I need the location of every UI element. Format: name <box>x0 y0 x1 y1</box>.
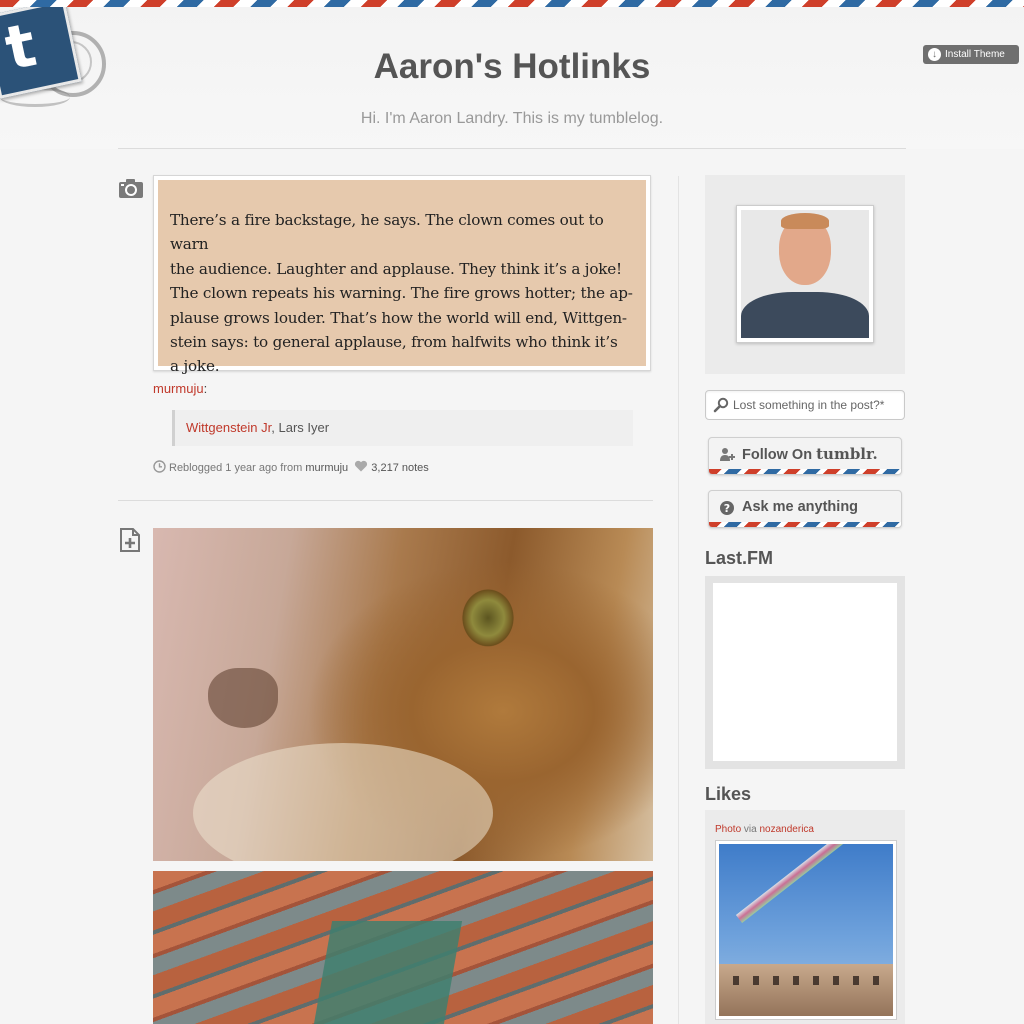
book-line: There’s a fire backstage, he says. The c… <box>170 211 604 254</box>
photo-shape <box>193 743 493 861</box>
photo-shape <box>813 976 819 985</box>
book-line: The clown repeats his warning. The fire … <box>170 284 633 303</box>
likes-panel: Photo via nozanderica <box>705 810 905 1024</box>
header-divider <box>118 148 906 149</box>
photo-shape <box>773 976 779 985</box>
notes-count[interactable]: 3,217 notes <box>371 462 429 474</box>
quote-book-link[interactable]: Wittgenstein Jr <box>186 420 271 435</box>
airmail-border <box>0 0 1024 7</box>
svg-text:?: ? <box>724 502 730 515</box>
heart-icon <box>355 460 368 472</box>
search-icon <box>713 397 729 413</box>
book-quote-photo[interactable]: There’s a fire backstage, he says. The c… <box>153 175 651 375</box>
site-title[interactable]: Aaron's Hotlinks <box>0 47 1024 87</box>
photo-shape <box>208 668 278 728</box>
photo-shape <box>735 844 893 923</box>
post-divider <box>118 500 653 501</box>
roof-tiles-photo[interactable] <box>153 871 653 1024</box>
quote-author: , Lars Iyer <box>271 420 330 435</box>
book-page-image: There’s a fire backstage, he says. The c… <box>158 180 646 375</box>
airmail-stripe <box>709 469 901 474</box>
site-header: t Aaron's Hotlinks Hi. I'm Aaron Landry.… <box>0 7 1024 149</box>
install-theme-label: Install Theme <box>945 49 1005 60</box>
site-description: Hi. I'm Aaron Landry. This is my tumblel… <box>360 110 664 127</box>
photo-shape <box>781 213 829 229</box>
follow-text: Follow On <box>742 447 813 463</box>
avatar[interactable] <box>736 205 874 343</box>
caption-blockquote: Wittgenstein Jr, Lars Iyer <box>172 410 633 446</box>
like-type-link[interactable]: Photo <box>715 824 741 835</box>
photo-shape <box>741 292 869 338</box>
install-theme-button[interactable]: ↓ Install Theme <box>923 45 1019 64</box>
source-user-link[interactable]: murmuju <box>153 381 204 396</box>
reblogged-text[interactable]: Reblogged 1 year ago from <box>169 462 302 474</box>
search-field[interactable] <box>705 390 905 420</box>
photo-shape <box>833 976 839 985</box>
column-divider <box>678 176 679 1024</box>
follow-label: Follow On tumblr. <box>742 438 878 471</box>
photo-shape <box>793 976 799 985</box>
liked-photo[interactable] <box>715 840 897 1020</box>
add-user-icon <box>720 448 735 461</box>
lastfm-widget <box>705 576 905 769</box>
cat-closeup-photo[interactable] <box>153 528 653 861</box>
post-meta: Reblogged 1 year ago from murmuju 3,217 … <box>153 460 429 476</box>
like-caption: Photo via nozanderica <box>715 824 814 835</box>
photo-shape <box>873 976 879 985</box>
airmail-stripe <box>709 522 901 527</box>
book-line: plause grows louder. That’s how the worl… <box>170 308 627 327</box>
photo-shape <box>733 976 739 985</box>
book-line: a joke. <box>170 357 220 376</box>
clock-icon <box>153 460 166 473</box>
likes-heading: Likes <box>705 784 752 804</box>
follow-on-tumblr-button[interactable]: Follow On tumblr. <box>708 437 902 475</box>
lastfm-widget-frame[interactable] <box>713 583 897 761</box>
question-icon: ? <box>720 501 734 515</box>
photo-shape <box>313 921 463 1024</box>
liked-photo-image <box>719 844 893 1016</box>
book-line: the audience. Laughter and applause. The… <box>170 259 622 278</box>
book-line: stein says: to general applause, from ha… <box>170 333 618 352</box>
reblog-from-user[interactable]: murmuju <box>305 462 348 474</box>
lastfm-heading: Last.FM <box>705 548 774 568</box>
like-user-link[interactable]: nozanderica <box>760 824 814 835</box>
text-post-icon[interactable] <box>118 527 144 552</box>
avatar-photo <box>741 210 869 338</box>
ask-label: Ask me anything <box>742 499 859 515</box>
like-via: via <box>743 824 757 835</box>
tumblr-wordmark: tumblr. <box>816 445 878 463</box>
ask-me-anything-button[interactable]: ? Ask me anything <box>708 490 902 528</box>
photo-shape <box>719 964 893 1016</box>
photo-shape <box>853 976 859 985</box>
search-input[interactable] <box>733 391 901 419</box>
photo-shape <box>753 976 759 985</box>
camera-icon[interactable] <box>118 176 144 200</box>
post-source: murmuju: <box>153 381 207 396</box>
download-icon: ↓ <box>928 48 941 61</box>
source-colon: : <box>203 381 208 396</box>
avatar-panel <box>705 175 905 374</box>
